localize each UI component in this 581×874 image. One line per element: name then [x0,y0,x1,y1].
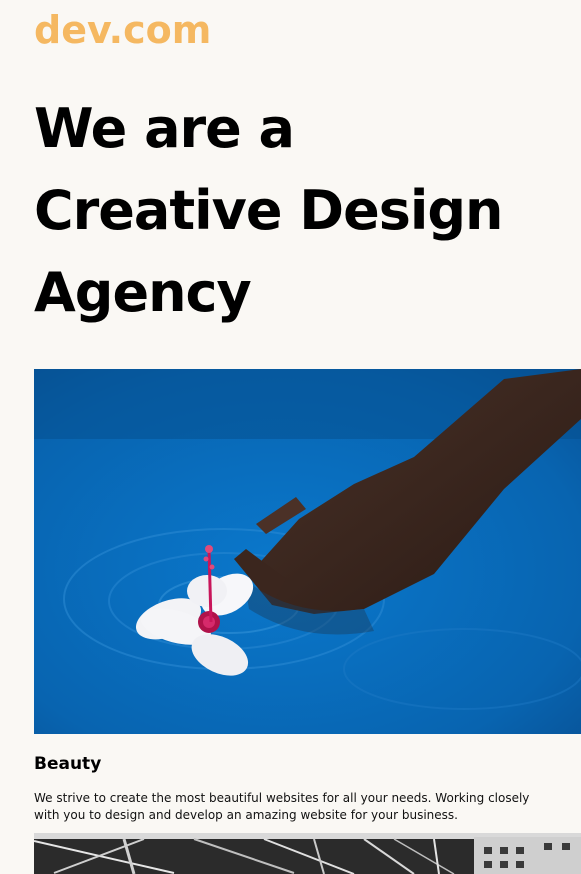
steel-structure-illustration [34,833,581,874]
hero-title-line-3: Agency [34,261,252,324]
site-logo[interactable]: dev.com [34,8,211,52]
feature-title-beauty: Beauty [34,754,102,774]
hero-image [34,369,581,734]
hibiscus-pool-illustration [34,369,581,734]
feature-description-beauty: We strive to create the most beautiful w… [34,791,530,822]
hero-title-line-1: We are a [34,97,295,160]
gallery-image [34,833,581,874]
hero-title-line-2: Creative Design [34,179,503,242]
hero-title: We are a Creative Design Agency [34,88,574,334]
